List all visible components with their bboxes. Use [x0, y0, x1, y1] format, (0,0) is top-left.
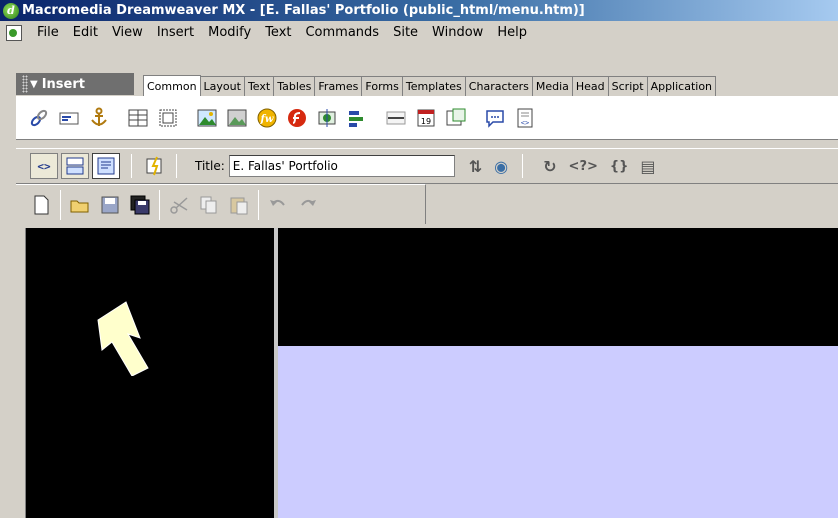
- title-bar: d Macromedia Dreamweaver MX - [E. Fallas…: [0, 0, 838, 21]
- cut-icon[interactable]: [168, 194, 190, 216]
- toolbar-separator: [176, 154, 177, 178]
- code-view-button[interactable]: <>: [30, 153, 58, 179]
- tab-application[interactable]: Application: [646, 76, 717, 96]
- hyperlink-icon[interactable]: [28, 107, 50, 129]
- fireworks-html-icon[interactable]: fw: [256, 107, 278, 129]
- toolbar-separator: [187, 102, 188, 133]
- insert-panel-title: Insert: [41, 76, 85, 92]
- copy-icon[interactable]: [198, 194, 220, 216]
- toolbar-separator: [118, 102, 119, 133]
- redo-icon[interactable]: [297, 194, 319, 216]
- live-data-icon[interactable]: [144, 155, 166, 177]
- menu-file[interactable]: File: [30, 25, 66, 40]
- navigation-bar-icon[interactable]: [346, 107, 368, 129]
- open-folder-icon[interactable]: [69, 194, 91, 216]
- flash-icon[interactable]: [286, 107, 308, 129]
- image-placeholder-icon[interactable]: [226, 107, 248, 129]
- pointer-arrow-icon: [97, 301, 149, 376]
- insert-common-icons: fw 19 <>: [16, 96, 838, 140]
- main-frame[interactable]: [278, 346, 838, 518]
- toolbar-separator: [258, 189, 259, 220]
- code-navigation-icon[interactable]: <?>: [569, 159, 598, 174]
- menu-insert[interactable]: Insert: [150, 25, 201, 40]
- menu-text[interactable]: Text: [258, 25, 298, 40]
- tag-chooser-icon[interactable]: <>: [514, 107, 536, 129]
- menu-bar: File Edit View Insert Modify Text Comman…: [0, 21, 838, 44]
- layer-icon[interactable]: [157, 107, 179, 129]
- code-view-icon: <>: [37, 159, 51, 173]
- undo-icon[interactable]: [267, 194, 289, 216]
- tab-head[interactable]: Head: [571, 76, 609, 96]
- new-document-icon[interactable]: [30, 194, 52, 216]
- tab-common[interactable]: Common: [143, 75, 201, 96]
- braces-icon[interactable]: {}: [610, 159, 629, 174]
- toolbar-separator: [60, 189, 61, 220]
- expand-arrow-icon: ▼: [30, 78, 38, 90]
- insert-panel-toggle[interactable]: ▼ Insert: [16, 73, 134, 95]
- tabular-data-icon[interactable]: [445, 107, 467, 129]
- tab-characters[interactable]: Characters: [464, 76, 533, 96]
- document-toolbar: <> Title: ⇅ ◉ ↻ <?> {} ▤: [16, 148, 838, 184]
- email-link-icon[interactable]: [58, 107, 80, 129]
- panel-grip-icon[interactable]: [22, 75, 28, 93]
- named-anchor-icon[interactable]: [88, 107, 110, 129]
- preview-browser-icon[interactable]: ◉: [494, 157, 508, 176]
- toolbar-separator: [475, 102, 476, 133]
- toolbar-separator: [159, 189, 160, 220]
- tab-forms[interactable]: Forms: [361, 76, 403, 96]
- standard-toolbar: [16, 184, 426, 224]
- file-management-icon[interactable]: ⇅: [469, 157, 482, 176]
- dreamweaver-app-icon[interactable]: d: [3, 2, 19, 19]
- toolbar-separator: [131, 154, 132, 178]
- refresh-icon[interactable]: ↻: [543, 157, 556, 176]
- split-view-button[interactable]: [61, 153, 89, 179]
- page-title-input[interactable]: [228, 155, 455, 177]
- tab-frames[interactable]: Frames: [314, 76, 363, 96]
- table-icon[interactable]: [127, 107, 149, 129]
- insert-tabs: Common Layout Text Tables Frames Forms T…: [143, 75, 717, 96]
- tab-templates[interactable]: Templates: [401, 76, 466, 96]
- date-icon[interactable]: 19: [415, 107, 437, 129]
- top-frame[interactable]: [278, 228, 838, 346]
- image-icon[interactable]: [196, 107, 218, 129]
- tab-tables[interactable]: Tables: [273, 76, 316, 96]
- menu-window[interactable]: Window: [425, 25, 490, 40]
- window-title: Macromedia Dreamweaver MX - [E. Fallas' …: [22, 3, 585, 18]
- document-margin: [0, 228, 26, 518]
- svg-text:fw: fw: [260, 114, 274, 125]
- save-all-icon[interactable]: [129, 194, 151, 216]
- svg-text:<>: <>: [521, 119, 529, 127]
- menu-site[interactable]: Site: [386, 25, 425, 40]
- menu-modify[interactable]: Modify: [201, 25, 258, 40]
- title-label: Title:: [195, 159, 225, 173]
- view-options-icon[interactable]: ▤: [640, 157, 655, 176]
- tab-text[interactable]: Text: [243, 76, 275, 96]
- toolbar-separator: [522, 154, 524, 178]
- horizontal-rule-icon[interactable]: [385, 107, 407, 129]
- menu-commands[interactable]: Commands: [298, 25, 386, 40]
- split-view-icon: [66, 157, 84, 175]
- save-icon[interactable]: [99, 194, 121, 216]
- tab-script[interactable]: Script: [607, 76, 648, 96]
- menu-help[interactable]: Help: [490, 25, 534, 40]
- menu-view[interactable]: View: [105, 25, 150, 40]
- paste-icon[interactable]: [228, 194, 250, 216]
- design-view-icon: [97, 157, 115, 175]
- tab-media[interactable]: Media: [531, 76, 573, 96]
- rollover-image-icon[interactable]: [316, 107, 338, 129]
- tab-layout[interactable]: Layout: [199, 76, 245, 96]
- menu-edit[interactable]: Edit: [66, 25, 105, 40]
- toolbar-separator: [376, 102, 377, 133]
- design-view-button[interactable]: [92, 153, 120, 179]
- comment-icon[interactable]: [484, 107, 506, 129]
- document-icon[interactable]: [6, 24, 22, 41]
- svg-text:19: 19: [421, 117, 431, 126]
